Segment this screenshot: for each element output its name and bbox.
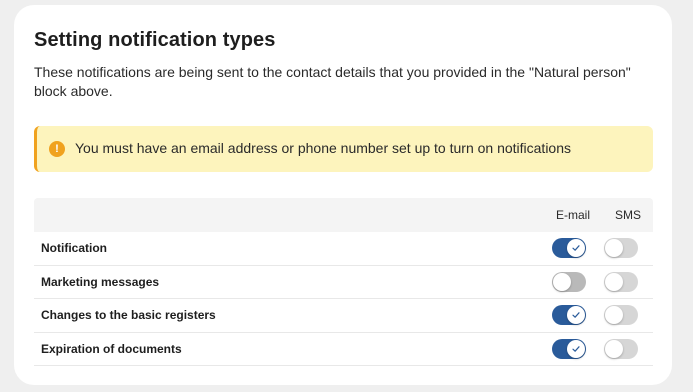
check-icon [572,345,580,352]
row-label: Notification [41,241,107,255]
check-icon [572,312,580,318]
column-header-sms: SMS [615,208,642,222]
sms-toggle[interactable] [604,238,638,258]
email-toggle[interactable] [552,305,586,325]
notification-settings-card: Setting notification types These notific… [14,5,672,385]
row-label: Changes to the basic registers [41,308,216,322]
sms-toggle[interactable] [604,305,638,325]
row-label: Marketing messages [41,274,160,289]
warning-alert: ! You must have an email address or phon… [34,126,653,172]
toggle-knob [605,239,623,257]
toggle-knob [567,339,585,358]
toggle-knob [553,272,571,291]
sms-toggle[interactable] [604,338,638,359]
email-toggle[interactable] [552,338,586,359]
column-header-email: E-mail [556,208,591,222]
sms-toggle[interactable] [604,271,638,292]
toggle-knob [605,272,623,291]
table-row: Marketing messages [34,266,653,299]
notification-types-table: E-mail SMS Notification Marketing messag… [34,198,653,366]
row-label: Expiration of documents [41,341,182,356]
toggle-knob [567,306,585,324]
alert-text: You must have an email address or phone … [75,140,572,156]
email-toggle[interactable] [552,238,586,258]
check-icon [572,245,580,251]
table-row: Changes to the basic registers [34,299,653,333]
table-header: E-mail SMS [34,198,653,232]
toggle-knob [605,306,623,324]
email-toggle[interactable] [552,271,586,292]
toggle-knob [567,239,585,257]
table-row: Notification [34,232,653,266]
section-description: These notifications are being sent to th… [34,64,631,99]
section-title: Setting notification types [34,29,276,51]
table-row: Expiration of documents [34,333,653,366]
info-icon: ! [49,141,65,157]
toggle-knob [605,339,623,358]
